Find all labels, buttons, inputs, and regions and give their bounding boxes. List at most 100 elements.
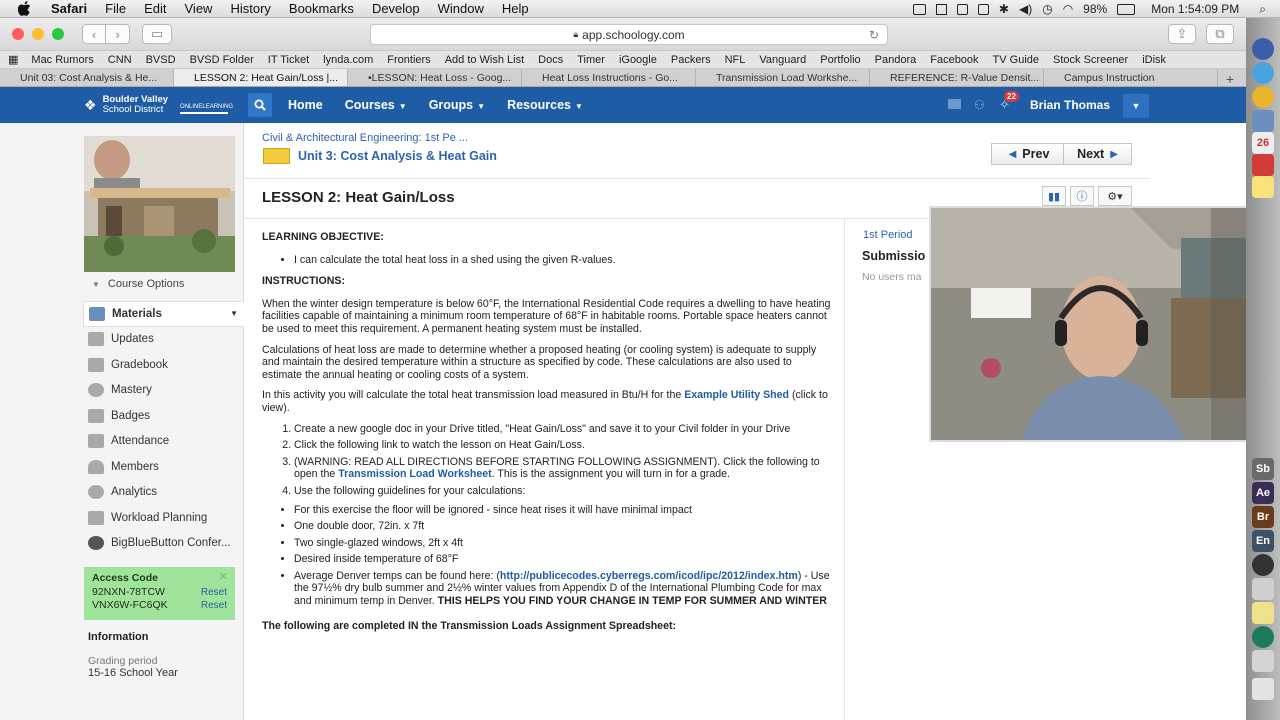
tab-lesson-2[interactable]: LESSON 2: Heat Gain/Loss |...: [174, 69, 348, 86]
clock[interactable]: Mon 1:54:09 PM: [1151, 2, 1239, 16]
reset-link-1[interactable]: Reset: [201, 586, 227, 599]
chart-icon[interactable]: ▮▮: [1042, 186, 1066, 206]
bookmark-nfl[interactable]: NFL: [718, 54, 753, 66]
bookmark-vanguard[interactable]: Vanguard: [752, 54, 813, 66]
bookmark-docs[interactable]: Docs: [531, 54, 570, 66]
bridge-icon[interactable]: Br: [1252, 506, 1274, 528]
sidebar-item-materials[interactable]: Materials ▼: [83, 301, 244, 327]
bookmark-tv-guide[interactable]: TV Guide: [986, 54, 1046, 66]
spotlight-icon[interactable]: ⌕: [1259, 2, 1266, 17]
bookmark-bvsd-folder[interactable]: BVSD Folder: [183, 54, 261, 66]
menu-edit[interactable]: Edit: [135, 1, 175, 16]
nav-courses[interactable]: Courses ▼: [345, 98, 407, 112]
nav-home[interactable]: Home: [288, 98, 323, 112]
stickies-icon[interactable]: [1252, 602, 1274, 624]
bookmark-facebook[interactable]: Facebook: [923, 54, 985, 66]
bookmark-portfolio[interactable]: Portfolio: [813, 54, 867, 66]
messages-icon[interactable]: [948, 99, 961, 109]
app-menu[interactable]: Safari: [42, 1, 96, 16]
zoom-window-button[interactable]: [52, 28, 64, 40]
time-machine-icon[interactable]: ◷: [1042, 2, 1052, 16]
finder-icon[interactable]: [1252, 38, 1274, 60]
battery-monitor-icon[interactable]: [956, 3, 968, 15]
bvsd-logo[interactable]: ❖ Boulder Valley School District: [84, 95, 168, 115]
minimize-window-button[interactable]: [32, 28, 44, 40]
user-name[interactable]: Brian Thomas: [1030, 98, 1110, 112]
trash-icon[interactable]: [1252, 678, 1274, 700]
bluetooth-icon[interactable]: ✱: [999, 2, 1009, 16]
downloads-icon[interactable]: [1252, 650, 1274, 672]
example-utility-shed-link[interactable]: Example Utility Shed: [684, 389, 789, 401]
bookmark-frontiers[interactable]: Frontiers: [380, 54, 437, 66]
sidebar-item-members[interactable]: Members: [83, 454, 244, 480]
quicktime-icon[interactable]: [1252, 554, 1274, 576]
menu-history[interactable]: History: [221, 1, 279, 16]
gear-icon[interactable]: ⚙▾: [1098, 186, 1132, 206]
menu-view[interactable]: View: [176, 1, 222, 16]
word-icon[interactable]: [1252, 110, 1274, 132]
soundbooth-icon[interactable]: Sb: [1252, 458, 1274, 480]
bookmark-it-ticket[interactable]: IT Ticket: [261, 54, 316, 66]
menu-file[interactable]: File: [96, 1, 135, 16]
bookmark-cnn[interactable]: CNN: [101, 54, 139, 66]
bookmark-pandora[interactable]: Pandora: [868, 54, 924, 66]
menu-window[interactable]: Window: [429, 1, 493, 16]
battery-icon[interactable]: [1117, 3, 1136, 15]
sidebar-item-mastery[interactable]: Mastery: [83, 378, 244, 404]
after-effects-icon[interactable]: Ae: [1252, 482, 1274, 504]
connections-icon[interactable]: ⚇: [974, 98, 985, 112]
preview-icon[interactable]: [1252, 578, 1274, 600]
tab-campus-instruction[interactable]: Campus Instruction: [1044, 69, 1218, 86]
notes-icon[interactable]: [1252, 176, 1274, 198]
chevron-down-icon[interactable]: ▼: [230, 309, 238, 318]
bookmark-timer[interactable]: Timer: [570, 54, 612, 66]
user-menu-chevron-icon[interactable]: ▼: [1123, 94, 1149, 118]
bookmark-igoogle[interactable]: iGoogle: [612, 54, 664, 66]
tab-transmission-load[interactable]: Transmission Load Workshe...: [696, 69, 870, 86]
bookmark-stock-screener[interactable]: Stock Screener: [1046, 54, 1135, 66]
bookmark-packers[interactable]: Packers: [664, 54, 718, 66]
reload-icon[interactable]: ↻: [869, 28, 879, 42]
apple-icon[interactable]: [16, 1, 32, 17]
forward-button[interactable]: ›: [106, 24, 130, 44]
sidebar-item-analytics[interactable]: Analytics: [83, 480, 244, 506]
address-bar[interactable]: 🔒︎ app.schoology.com ↻: [370, 24, 888, 45]
time-machine-icon[interactable]: [1252, 626, 1274, 648]
bookmark-wish-list[interactable]: Add to Wish List: [438, 54, 531, 66]
back-button[interactable]: ‹: [82, 24, 106, 44]
icc-codes-link[interactable]: http://publicecodes.cyberregs.com/icod/i…: [500, 570, 798, 582]
reminders-icon[interactable]: [1252, 154, 1274, 176]
sidebar-toggle-icon[interactable]: ▭: [142, 24, 172, 44]
tabs-overview-icon[interactable]: ⧉: [1206, 24, 1234, 44]
sidebar-item-updates[interactable]: Updates: [83, 327, 244, 353]
menu-develop[interactable]: Develop: [363, 1, 429, 16]
sidebar-item-bigbluebutton[interactable]: BigBlueButton Confer...: [83, 531, 244, 557]
sidebar-item-gradebook[interactable]: Gradebook: [83, 352, 244, 378]
new-tab-button[interactable]: +: [1218, 69, 1242, 87]
nav-resources[interactable]: Resources ▼: [507, 98, 583, 112]
safari-icon[interactable]: [1252, 62, 1274, 84]
bookmark-bvsd[interactable]: BVSD: [139, 54, 183, 66]
sidebar-item-workload-planning[interactable]: Workload Planning: [83, 505, 244, 531]
sidebar-item-attendance[interactable]: Attendance: [83, 429, 244, 455]
unit-folder-title[interactable]: Unit 3: Cost Analysis & Heat Gain: [298, 149, 497, 163]
nav-groups[interactable]: Groups ▼: [429, 98, 485, 112]
transmission-load-worksheet-link[interactable]: Transmission Load Worksheet: [338, 468, 491, 480]
bookmark-lynda[interactable]: lynda.com: [316, 54, 380, 66]
search-icon[interactable]: [248, 93, 272, 117]
tab-r-value-reference[interactable]: REFERENCE: R-Value Densit...: [870, 69, 1044, 86]
battery-percent[interactable]: 98%: [1083, 2, 1107, 16]
close-window-button[interactable]: [12, 28, 24, 40]
next-button[interactable]: Next ▶: [1063, 143, 1132, 165]
bookmark-idisk[interactable]: iDisk: [1135, 54, 1173, 66]
share-icon[interactable]: ⇪: [1168, 24, 1196, 44]
tab-heat-loss-instructions[interactable]: Heat Loss Instructions - Go...: [522, 69, 696, 86]
tab-lesson-heat-loss[interactable]: •LESSON: Heat Loss - Goog...: [348, 69, 522, 86]
chrome-icon[interactable]: [1252, 86, 1274, 108]
reset-link-2[interactable]: Reset: [201, 599, 227, 612]
encore-icon[interactable]: En: [1252, 530, 1274, 552]
breadcrumb[interactable]: Civil & Architectural Engineering: 1st P…: [262, 132, 468, 144]
prev-button[interactable]: ◀ Prev: [991, 143, 1067, 165]
close-icon[interactable]: ✕: [219, 570, 228, 583]
volume-icon[interactable]: ◀): [1019, 2, 1032, 16]
